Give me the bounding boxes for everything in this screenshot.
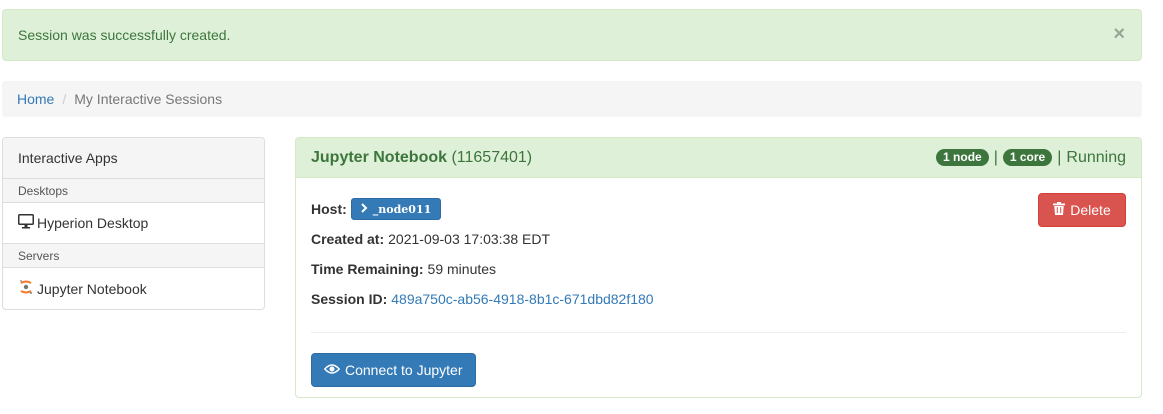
terminal-icon [361,202,371,216]
breadcrumb: Home / My Interactive Sessions [2,81,1142,117]
session-status-group: 1 node | 1 core | Running [936,149,1126,167]
host-name: _node011 [372,202,432,216]
monitor-icon [18,214,34,232]
remaining-label: Time Remaining: [311,261,424,277]
interactive-apps-title: Interactive Apps [3,138,264,179]
host-shell-button[interactable]: _node011 [350,198,442,220]
app-label: Hyperion Desktop [37,215,149,231]
core-count-badge: 1 core [1002,149,1053,166]
breadcrumb-current: My Interactive Sessions [74,91,223,107]
jupyter-icon [18,279,34,298]
session-card: Jupyter Notebook (11657401) 1 node | 1 c… [295,137,1142,398]
eye-icon [323,362,341,378]
divider [311,332,1126,333]
app-item-jupyter-notebook[interactable]: Jupyter Notebook [3,268,264,309]
alert-message: Session was successfully created. [18,27,231,43]
session-id-link[interactable]: 489a750c-ab56-4918-8b1c-671dbd82f180 [391,291,653,307]
trash-icon [1053,202,1066,218]
category-desktops: Desktops [3,179,264,203]
session-title: Jupyter Notebook (11657401) [311,149,532,167]
connect-to-jupyter-button[interactable]: Connect to Jupyter [311,353,476,387]
status-separator: | [1057,148,1062,166]
session-app-name: Jupyter Notebook [311,148,448,166]
status-text: Running [1066,148,1126,166]
created-value: 2021-09-03 17:03:38 EDT [388,231,551,247]
app-label: Jupyter Notebook [37,280,147,297]
breadcrumb-home-link[interactable]: Home [17,91,54,107]
host-label: Host: [311,201,347,217]
interactive-apps-panel: Interactive Apps Desktops Hyperion Deskt… [2,137,265,310]
status-separator: | [993,148,998,166]
success-alert: Session was successfully created. × [2,9,1142,61]
delete-button[interactable]: Delete [1038,193,1126,227]
node-count-badge: 1 node [936,149,989,166]
delete-label: Delete [1070,202,1111,218]
breadcrumb-separator: / [62,91,67,107]
session-header: Jupyter Notebook (11657401) 1 node | 1 c… [296,138,1141,178]
close-icon[interactable]: × [1113,24,1125,44]
connect-label: Connect to Jupyter [345,362,463,378]
created-row: Created at: 2021-09-03 17:03:38 EDT [311,224,1126,254]
session-id-label: Session ID: [311,291,388,307]
category-servers: Servers [3,244,264,268]
session-id-row: Session ID: 489a750c-ab56-4918-8b1c-671d… [311,284,1126,314]
remaining-value: 59 minutes [427,261,497,277]
app-item-hyperion-desktop[interactable]: Hyperion Desktop [3,203,264,244]
host-row: Host: _node011 [311,194,1126,224]
session-job-id: (11657401) [451,148,533,166]
created-label: Created at: [311,231,385,247]
remaining-row: Time Remaining: 59 minutes [311,254,1126,284]
session-body: Host: _node011 Created at: 2021-09-03 17… [296,178,1141,397]
